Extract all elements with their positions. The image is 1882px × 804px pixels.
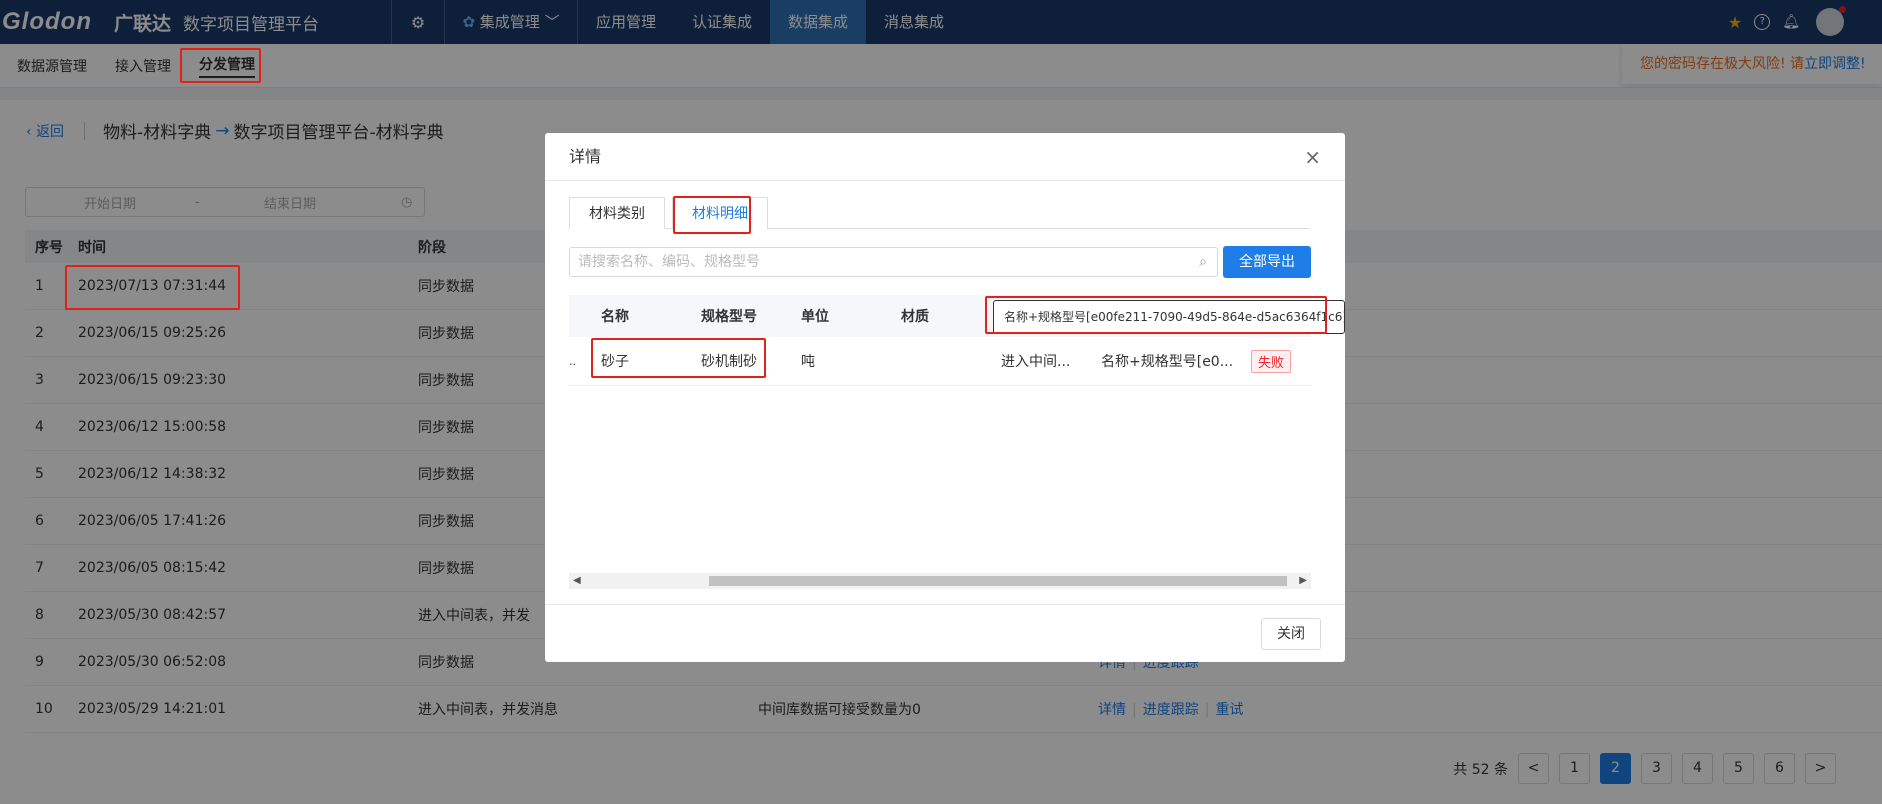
scroll-right-icon[interactable]: ▶: [1299, 573, 1307, 589]
cell-stage: 进入中间...: [1001, 354, 1071, 370]
cell-reason[interactable]: 名称+规格型号[e0...: [1101, 351, 1251, 371]
close-button[interactable]: 关闭: [1261, 618, 1321, 650]
highlight-box: [985, 296, 1327, 334]
scrollbar-thumb[interactable]: [709, 576, 1287, 586]
divider: [545, 604, 1345, 605]
col-spec: 规格型号: [701, 309, 757, 325]
highlight-box: [180, 48, 261, 83]
col-name: 名称: [601, 309, 629, 325]
modal-header: 详情 ×: [545, 133, 1345, 181]
horizontal-scrollbar[interactable]: ◀ ▶: [569, 573, 1311, 589]
status-badge: 失败: [1251, 349, 1292, 373]
cell-unit: 吨: [801, 354, 815, 370]
modal-title: 详情: [569, 147, 602, 166]
details-modal: 详情 × 材料类别 材料明细 请搜索名称、编码、规格型号 ⌕ 全部导出 名称 规…: [545, 133, 1345, 662]
search-input[interactable]: 请搜索名称、编码、规格型号 ⌕: [569, 247, 1218, 277]
highlight-box: [65, 265, 240, 310]
close-icon[interactable]: ×: [1304, 133, 1321, 181]
scroll-left-icon[interactable]: ◀: [573, 573, 581, 589]
highlight-box: [673, 196, 751, 234]
search-icon[interactable]: ⌕: [1199, 248, 1207, 276]
tab-material-category[interactable]: 材料类别: [569, 197, 665, 229]
search-placeholder: 请搜索名称、编码、规格型号: [578, 254, 760, 270]
export-all-button[interactable]: 全部导出: [1223, 246, 1311, 278]
highlight-box: [591, 338, 766, 378]
col-unit: 单位: [801, 309, 829, 325]
